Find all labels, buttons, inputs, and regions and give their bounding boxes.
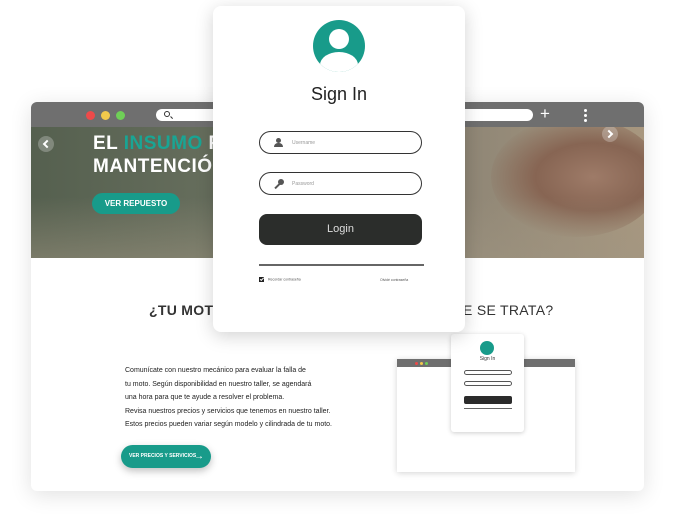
divider xyxy=(259,264,424,266)
section-body-text: Comunícate con nuestro mecánico para eva… xyxy=(125,367,333,428)
user-avatar-icon xyxy=(313,20,365,72)
stage: + EL INSUMO P MANTENCIÓN VER REPUESTO ¿T… xyxy=(0,0,674,524)
login-button[interactable]: Login xyxy=(259,214,422,245)
mini-preview: Sign In xyxy=(397,334,575,472)
maximize-window-button[interactable] xyxy=(116,111,125,120)
signin-title: Sign In xyxy=(310,84,368,104)
minimize-window-button[interactable] xyxy=(101,111,110,120)
ver-precios-button[interactable]: VER PRECIOS Y SERVICIOS → xyxy=(121,445,211,468)
forgot-password-link[interactable]: Olvidé contraseña xyxy=(380,278,408,282)
browser-menu-icon[interactable] xyxy=(584,109,588,122)
section-title-left: ¿TU MOT xyxy=(149,302,214,318)
hero-title-accent: INSUMO xyxy=(123,133,203,154)
username-field[interactable] xyxy=(259,131,422,154)
search-icon xyxy=(164,111,170,117)
mini-signin-card: Sign In xyxy=(451,334,524,432)
key-icon xyxy=(274,179,284,190)
remember-checkbox[interactable]: Recordar contraseña xyxy=(259,277,301,282)
mini-title: Sign In xyxy=(479,356,496,362)
carousel-prev-icon[interactable] xyxy=(38,136,54,152)
username-input[interactable] xyxy=(292,136,412,150)
password-input[interactable] xyxy=(292,177,412,191)
mini-avatar-icon xyxy=(480,341,494,355)
new-tab-button[interactable]: + xyxy=(540,105,550,122)
password-field[interactable] xyxy=(259,172,422,195)
ver-repuesto-button[interactable]: VER REPUESTO xyxy=(92,193,180,214)
close-window-button[interactable] xyxy=(86,111,95,120)
checkbox-icon[interactable] xyxy=(259,277,264,282)
hero-title: EL INSUMO P MANTENCIÓN xyxy=(93,133,227,177)
section-title-right: E SE TRATA? xyxy=(463,302,554,318)
user-icon xyxy=(274,138,284,148)
signin-card: Sign In Login Recordar contraseña Olvidé… xyxy=(213,6,465,332)
arrow-right-icon: → xyxy=(194,451,204,462)
